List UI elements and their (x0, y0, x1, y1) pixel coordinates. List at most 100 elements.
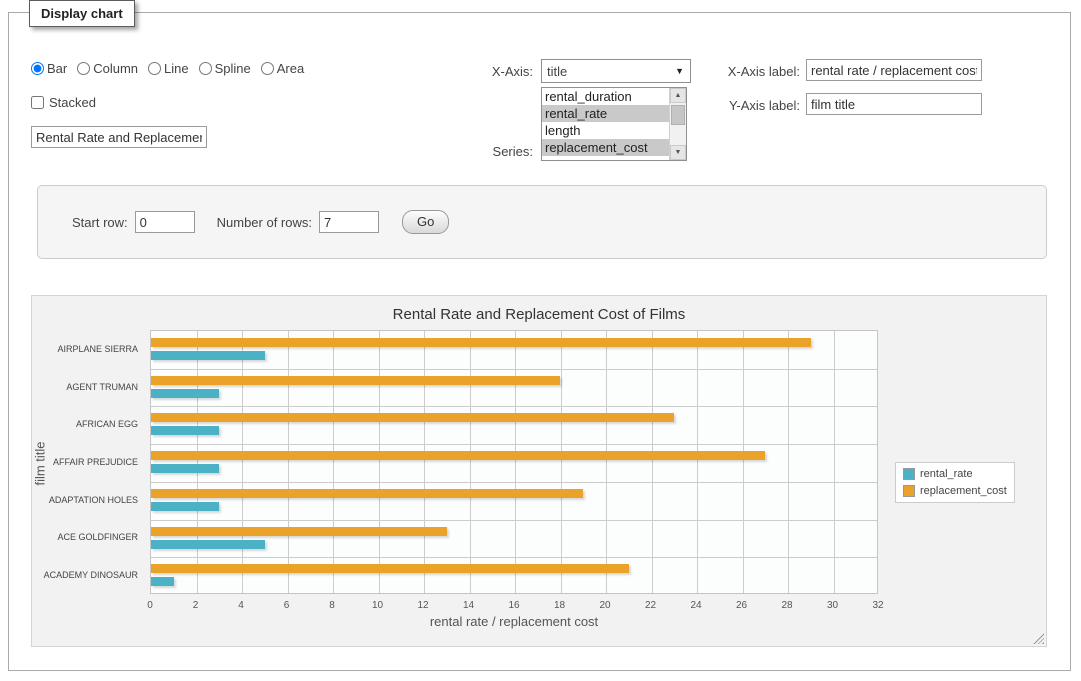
gridline (652, 331, 653, 593)
plot-area (150, 330, 878, 594)
y-tick-label: AGENT TRUMAN (66, 382, 138, 392)
gridline (788, 331, 789, 593)
series-option-rental_duration[interactable]: rental_duration (542, 88, 669, 105)
stacked-option[interactable]: Stacked (31, 95, 96, 110)
x-axis-title: rental rate / replacement cost (150, 614, 878, 629)
series-option-length[interactable]: length (542, 122, 669, 139)
x-tick-label: 12 (417, 600, 428, 611)
chart-type-radio-column[interactable] (77, 62, 90, 75)
bar-replacement_cost (151, 527, 447, 536)
num-rows-label: Number of rows: (217, 215, 312, 230)
start-row-label: Start row: (72, 215, 128, 230)
bar-rental_rate (151, 389, 219, 398)
gridline (470, 331, 471, 593)
chart-type-column[interactable]: Column (77, 61, 138, 76)
bar-rental_rate (151, 351, 265, 360)
chart-type-label-spline: Spline (215, 61, 251, 76)
x-tick-label: 24 (690, 600, 701, 611)
gridline (561, 331, 562, 593)
series-option-replacement_cost[interactable]: replacement_cost (542, 139, 669, 156)
chart-type-label-bar: Bar (47, 61, 67, 76)
panel-title: Display chart (29, 0, 135, 27)
num-rows-input[interactable] (319, 211, 379, 233)
bar-rental_rate (151, 464, 219, 473)
display-chart-panel: Display chart BarColumnLineSplineArea St… (8, 12, 1071, 671)
x-tick-label: 4 (238, 600, 244, 611)
x-axis-label-caption: X-Axis label: (664, 64, 800, 79)
chart-type-radio-line[interactable] (148, 62, 161, 75)
chart-type-line[interactable]: Line (148, 61, 189, 76)
x-tick-label: 2 (193, 600, 199, 611)
x-axis-selected-value: title (547, 64, 567, 79)
gridline (242, 331, 243, 593)
bar-replacement_cost (151, 376, 560, 385)
chart-title: Rental Rate and Replacement Cost of Film… (32, 306, 1046, 323)
gridline (379, 331, 380, 593)
y-axis-label-input[interactable] (806, 93, 982, 115)
gridline (151, 406, 877, 407)
bar-replacement_cost (151, 489, 583, 498)
x-tick-label: 16 (508, 600, 519, 611)
y-tick-label: AFRICAN EGG (76, 419, 138, 429)
chart-legend: rental_rate replacement_cost (895, 462, 1015, 503)
chart-title-input[interactable] (31, 126, 207, 148)
legend-label-replacement_cost: replacement_cost (920, 485, 1007, 497)
gridline (151, 520, 877, 521)
x-tick-label: 18 (554, 600, 565, 611)
chart-type-radio-bar[interactable] (31, 62, 44, 75)
start-row-input[interactable] (135, 211, 195, 233)
x-axis-label-input[interactable] (806, 59, 982, 81)
y-tick-label: AIRPLANE SIERRA (57, 344, 138, 354)
resize-handle[interactable] (1033, 633, 1044, 644)
gridline (151, 369, 877, 370)
x-tick-label: 22 (645, 600, 656, 611)
y-tick-label: ACADEMY DINOSAUR (44, 570, 138, 580)
gridline (197, 331, 198, 593)
bar-replacement_cost (151, 413, 674, 422)
stacked-label: Stacked (49, 95, 96, 110)
chart-type-spline[interactable]: Spline (199, 61, 251, 76)
x-tick-label: 6 (284, 600, 290, 611)
legend-label-rental_rate: rental_rate (920, 468, 973, 480)
x-tick-label: 28 (781, 600, 792, 611)
gridline (606, 331, 607, 593)
gridline (151, 444, 877, 445)
series-option-rental_rate[interactable]: rental_rate (542, 105, 669, 122)
x-tick-label: 8 (329, 600, 335, 611)
scroll-down-icon[interactable]: ▼ (670, 145, 686, 160)
chart-type-radio-area[interactable] (261, 62, 274, 75)
gridline (834, 331, 835, 593)
chart-type-bar[interactable]: Bar (31, 61, 67, 76)
y-axis-label-caption: Y-Axis label: (664, 98, 800, 113)
gridline (288, 331, 289, 593)
gridline (697, 331, 698, 593)
gridline (743, 331, 744, 593)
series-options: rental_durationrental_ratelengthreplacem… (542, 88, 669, 160)
x-tick-label: 10 (372, 600, 383, 611)
go-button[interactable]: Go (402, 210, 449, 234)
bar-rental_rate (151, 577, 174, 586)
bar-replacement_cost (151, 564, 629, 573)
chart-type-radio-spline[interactable] (199, 62, 212, 75)
legend-entry-replacement_cost: replacement_cost (903, 485, 1007, 497)
chart-type-label-area: Area (277, 61, 304, 76)
gridline (151, 557, 877, 558)
legend-swatch-replacement_cost (903, 485, 915, 497)
legend-swatch-rental_rate (903, 468, 915, 480)
bar-rental_rate (151, 502, 219, 511)
bar-replacement_cost (151, 338, 811, 347)
bar-rental_rate (151, 540, 265, 549)
chart-type-group: Bar Column Line Spline Area (31, 61, 304, 76)
stacked-checkbox[interactable] (31, 96, 44, 109)
y-axis-tick-labels: AIRPLANE SIERRAAGENT TRUMANAFRICAN EGGAF… (32, 330, 144, 594)
x-tick-label: 30 (827, 600, 838, 611)
gridline (151, 482, 877, 483)
chart-type-area[interactable]: Area (261, 61, 304, 76)
x-tick-label: 20 (599, 600, 610, 611)
x-axis-caption: X-Axis: (449, 64, 533, 79)
x-axis-tick-labels: 02468101214161820222426283032 (150, 600, 878, 614)
chart-type-label-column: Column (93, 61, 138, 76)
gridline (424, 331, 425, 593)
x-tick-label: 32 (872, 600, 883, 611)
bar-replacement_cost (151, 451, 765, 460)
